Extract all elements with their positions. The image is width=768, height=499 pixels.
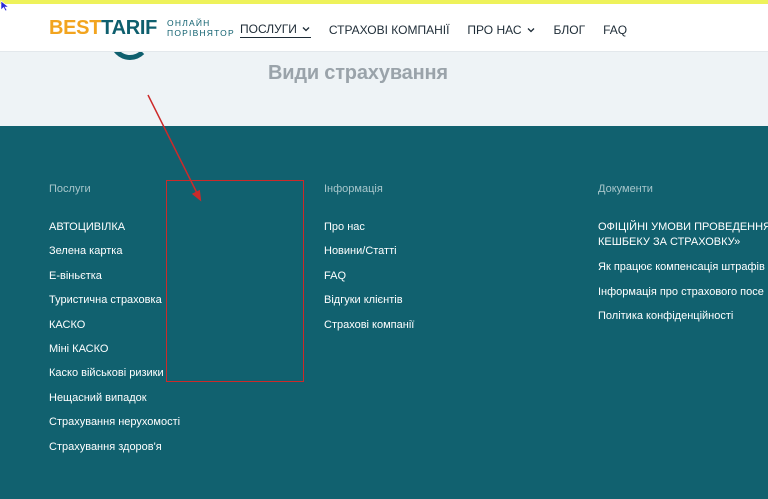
footer-link-e-vignette[interactable]: Е-віньєтка <box>49 269 180 283</box>
logo[interactable]: BEST TARIF ОНЛАЙН ПОРІВНЯТОР <box>49 18 237 38</box>
decorative-circle <box>110 52 150 60</box>
footer-link-cashback-terms[interactable]: ОФІЦІЙНІ УМОВИ ПРОВЕДЕННЯ КЕШБЕКУ ЗА СТР… <box>598 220 768 250</box>
nav-item-blog[interactable]: БЛОГ <box>554 22 586 38</box>
footer-link-faq[interactable]: FAQ <box>324 269 414 283</box>
footer-link-insurance-companies[interactable]: Страхові компанії <box>324 318 414 332</box>
nav-item-services[interactable]: ПОСЛУГИ <box>240 21 311 38</box>
footer-column-info: Інформація Про нас Новини/Статті FAQ Від… <box>324 183 414 342</box>
footer-link-reviews[interactable]: Відгуки клієнтів <box>324 293 414 307</box>
footer-link-kasko[interactable]: КАСКО <box>49 318 180 332</box>
nav-item-label: БЛОГ <box>553 22 586 37</box>
footer-column-title: Послуги <box>49 183 91 195</box>
footer-link-health-insurance[interactable]: Страхування здоров'я <box>49 440 180 454</box>
footer-link-accident[interactable]: Нещасний випадок <box>49 391 180 405</box>
chevron-down-icon <box>302 26 310 31</box>
nav-item-label: ПРО НАС <box>467 22 522 37</box>
nav-item-label: FAQ <box>603 22 628 37</box>
nav-item-label: ПОСЛУГИ <box>240 21 297 36</box>
logo-best-text: BEST <box>49 17 102 39</box>
footer-link-about[interactable]: Про нас <box>324 220 414 234</box>
footer-link-travel-insurance[interactable]: Туристична страховка <box>49 293 180 307</box>
footer-link-mini-kasko[interactable]: Міні КАСКО <box>49 342 180 356</box>
hero-section: Види страхування <box>0 52 768 126</box>
nav-item-about[interactable]: ПРО НАС <box>467 22 535 38</box>
footer-link-broker-info[interactable]: Інформація про страхового посе <box>598 285 768 299</box>
footer-link-osago[interactable]: АВТОЦИВІЛКА <box>49 220 180 234</box>
footer-link-property-insurance[interactable]: Страхування нерухомості <box>49 415 180 429</box>
annotation-highlight-box <box>166 180 304 382</box>
section-title: Види страхування <box>268 62 448 84</box>
footer-column-title: Інформація <box>324 183 383 195</box>
site-header: BEST TARIF ОНЛАЙН ПОРІВНЯТОР ПОСЛУГИ СТР… <box>0 4 768 52</box>
logo-tagline: ОНЛАЙН ПОРІВНЯТОР <box>167 18 235 38</box>
nav-item-label: СТРАХОВІ КОМПАНІЇ <box>328 22 450 37</box>
footer-link-fine-compensation[interactable]: Як працює компенсація штрафів <box>598 260 768 274</box>
footer-link-news[interactable]: Новини/Статті <box>324 244 414 258</box>
main-nav: ПОСЛУГИ СТРАХОВІ КОМПАНІЇ ПРО НАС БЛОГ F… <box>240 21 645 38</box>
nav-item-insurance-companies[interactable]: СТРАХОВІ КОМПАНІЇ <box>329 22 450 38</box>
footer-link-green-card[interactable]: Зелена картка <box>49 244 180 258</box>
logo-tarif-text: TARIF <box>101 17 158 39</box>
footer-column-title: Документи <box>598 183 653 195</box>
footer-link-kasko-war-risks[interactable]: Каско військові ризики <box>49 366 180 380</box>
site-footer: Послуги АВТОЦИВІЛКА Зелена картка Е-вінь… <box>0 126 768 499</box>
footer-column-documents: Документи ОФІЦІЙНІ УМОВИ ПРОВЕДЕННЯ КЕШБ… <box>598 183 768 334</box>
mouse-cursor-icon <box>0 0 10 12</box>
footer-link-privacy-policy[interactable]: Політика конфіденційності <box>598 309 768 323</box>
chevron-down-icon <box>527 27 534 32</box>
nav-item-faq[interactable]: FAQ <box>603 22 627 38</box>
footer-column-services: Послуги АВТОЦИВІЛКА Зелена картка Е-вінь… <box>49 183 180 464</box>
